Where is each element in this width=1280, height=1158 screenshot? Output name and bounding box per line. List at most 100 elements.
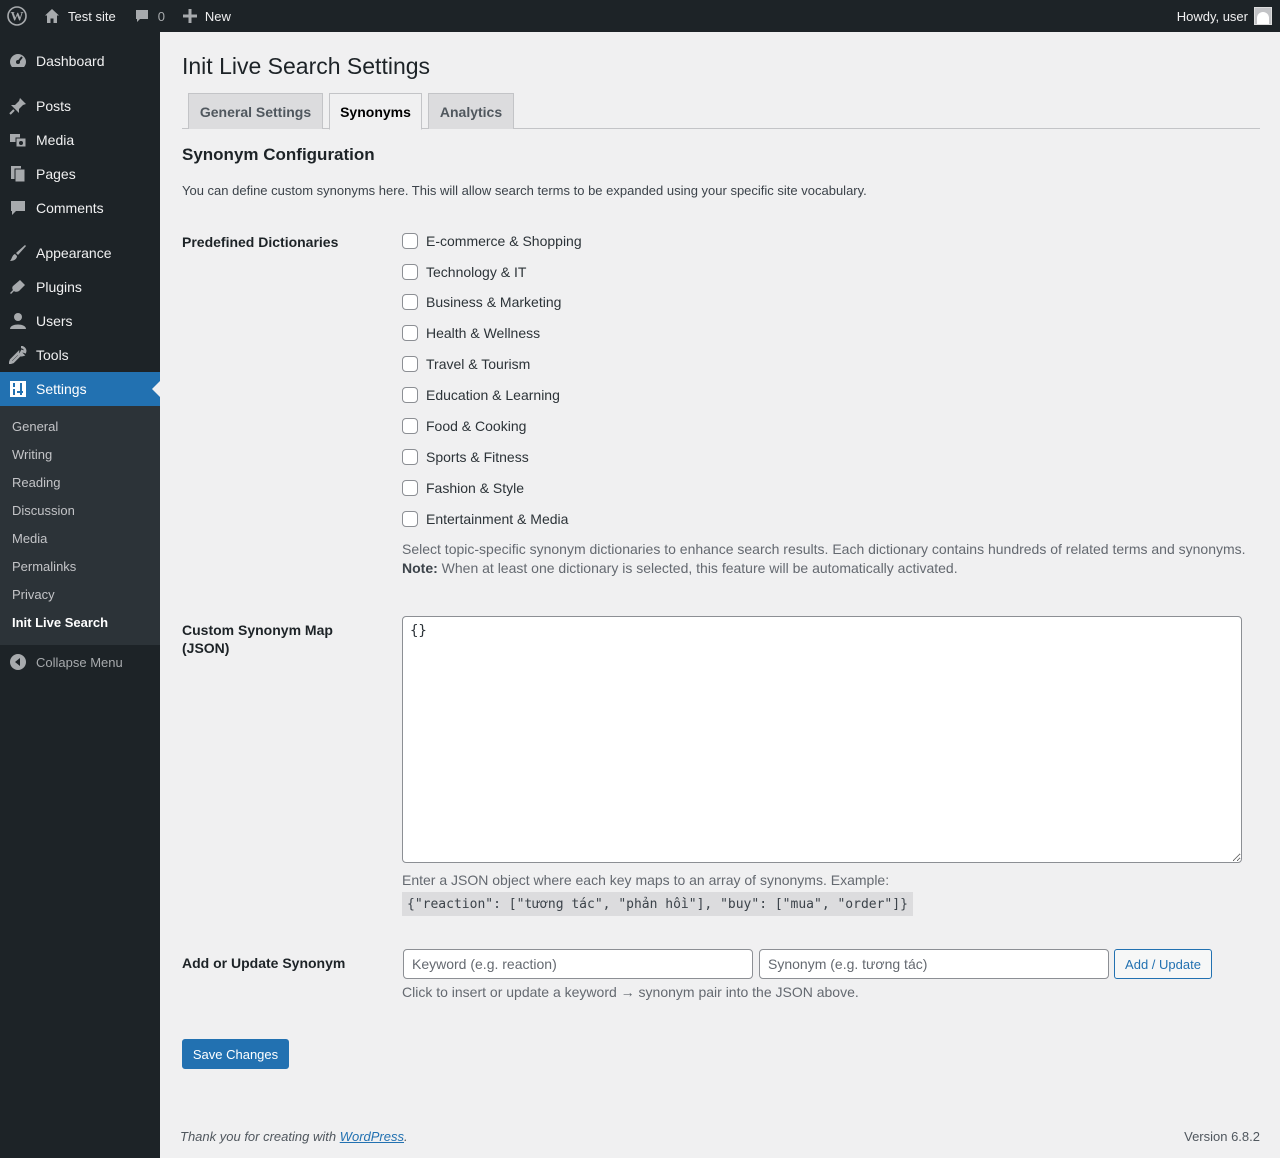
section-intro: You can define custom synonyms here. Thi… <box>182 183 867 198</box>
plug-icon <box>0 278 36 296</box>
dictionary-label: Food & Cooking <box>426 418 527 434</box>
dictionary-option[interactable]: Food & Cooking <box>402 416 526 436</box>
pages-icon <box>0 165 36 183</box>
thanks-suffix: . <box>404 1129 408 1144</box>
dashboard-icon <box>0 52 36 70</box>
wrench-icon <box>0 346 36 364</box>
submenu-item-general[interactable]: General <box>0 413 160 441</box>
collapse-menu-button[interactable]: Collapse Menu <box>0 645 160 679</box>
admin-bar: W Test site 0 New Howdy, user <box>0 0 1280 32</box>
add-update-button[interactable]: Add / Update <box>1114 949 1212 979</box>
json-example: {"reaction": ["tương tác", "phản hồi"], … <box>402 892 913 916</box>
dictionary-option[interactable]: Business & Marketing <box>402 292 561 312</box>
dictionary-label: Travel & Tourism <box>426 356 531 372</box>
comment-icon <box>134 8 150 24</box>
thanks-prefix: Thank you for creating with <box>180 1129 340 1144</box>
sidebar-item-pages[interactable]: Pages <box>0 157 160 191</box>
sidebar-item-users[interactable]: Users <box>0 304 160 338</box>
dictionary-label: Education & Learning <box>426 387 560 403</box>
sidebar-item-appearance[interactable]: Appearance <box>0 236 160 270</box>
sidebar-item-label: Tools <box>36 347 69 363</box>
submenu-item-reading[interactable]: Reading <box>0 469 160 497</box>
dictionary-option[interactable]: Fashion & Style <box>402 478 524 498</box>
tab-synonyms[interactable]: Synonyms <box>329 93 422 130</box>
comments-count: 0 <box>157 8 165 24</box>
user-account-menu[interactable]: Howdy, user <box>1177 0 1280 32</box>
dictionary-option[interactable]: Travel & Tourism <box>402 354 530 374</box>
submenu-item-permalinks[interactable]: Permalinks <box>0 553 160 581</box>
sidebar-item-label: Comments <box>36 200 104 216</box>
footer-thanks: Thank you for creating with WordPress. <box>180 1129 408 1144</box>
checkbox[interactable] <box>402 511 418 527</box>
dictionary-option[interactable]: E-commerce & Shopping <box>402 231 582 251</box>
dictionary-label: E-commerce & Shopping <box>426 233 582 249</box>
checkbox[interactable] <box>402 356 418 372</box>
submenu-item-writing[interactable]: Writing <box>0 441 160 469</box>
submenu-item-init-live-search[interactable]: Init Live Search <box>0 609 160 637</box>
sidebar-item-label: Dashboard <box>36 53 105 69</box>
dictionary-label: Health & Wellness <box>426 325 541 341</box>
keyword-input[interactable] <box>403 949 753 979</box>
avatar <box>1254 7 1272 25</box>
custom-map-help-text: Enter a JSON object where each key maps … <box>402 872 890 888</box>
sidebar-item-settings[interactable]: Settings <box>0 372 160 406</box>
checkbox[interactable] <box>402 264 418 280</box>
checkbox[interactable] <box>402 325 418 341</box>
user-icon <box>0 312 36 330</box>
checkbox[interactable] <box>402 233 418 249</box>
wordpress-link[interactable]: WordPress <box>340 1129 404 1144</box>
dictionary-label: Sports & Fitness <box>426 449 529 465</box>
section-title: Synonym Configuration <box>182 145 375 164</box>
home-icon <box>44 8 60 24</box>
sidebar-item-media[interactable]: Media <box>0 123 160 157</box>
checkbox[interactable] <box>402 449 418 465</box>
dictionaries-help-text: Select topic-specific synonym dictionari… <box>402 541 1246 557</box>
tab-general-settings[interactable]: General Settings <box>188 93 323 129</box>
submenu-item-media[interactable]: Media <box>0 525 160 553</box>
checkbox[interactable] <box>402 387 418 403</box>
dictionary-option[interactable]: Technology & IT <box>402 262 526 282</box>
svg-text:W: W <box>11 9 24 24</box>
settings-icon <box>0 380 36 398</box>
tab-analytics[interactable]: Analytics <box>428 93 514 129</box>
dictionaries-label: Predefined Dictionaries <box>182 234 339 250</box>
dictionary-option[interactable]: Health & Wellness <box>402 323 540 343</box>
new-content-link[interactable]: New <box>173 0 239 32</box>
sidebar-item-label: Media <box>36 132 75 148</box>
submenu-item-discussion[interactable]: Discussion <box>0 497 160 525</box>
sidebar-item-plugins[interactable]: Plugins <box>0 270 160 304</box>
checkbox[interactable] <box>402 480 418 496</box>
page-title: Init Live Search Settings <box>182 53 431 79</box>
settings-submenu: General Writing Reading Discussion Media… <box>0 406 160 645</box>
submenu-item-privacy[interactable]: Privacy <box>0 581 160 609</box>
plus-icon <box>182 9 197 23</box>
sidebar-item-posts[interactable]: Posts <box>0 89 160 123</box>
wordpress-logo-icon[interactable]: W <box>0 0 34 32</box>
note-label: Note: <box>402 560 438 576</box>
dictionary-option[interactable]: Sports & Fitness <box>402 447 529 467</box>
dictionary-option[interactable]: Entertainment & Media <box>402 509 568 529</box>
synonym-input[interactable] <box>759 949 1109 979</box>
checkbox[interactable] <box>402 418 418 434</box>
brush-icon <box>0 244 36 262</box>
custom-map-label: Custom Synonym Map (JSON) <box>182 622 333 656</box>
sidebar-item-dashboard[interactable]: Dashboard <box>0 44 160 78</box>
version-text: Version 6.8.2 <box>1184 1129 1260 1144</box>
dictionaries-description: Select topic-specific synonym dictionari… <box>402 540 1260 578</box>
dictionary-label: Business & Marketing <box>426 294 562 310</box>
sidebar-item-tools[interactable]: Tools <box>0 338 160 372</box>
save-changes-button[interactable]: Save Changes <box>182 1039 289 1069</box>
sidebar-item-comments[interactable]: Comments <box>0 191 160 225</box>
checkbox[interactable] <box>402 294 418 310</box>
note-text: When at least one dictionary is selected… <box>437 560 958 576</box>
collapse-menu-label: Collapse Menu <box>36 654 123 670</box>
site-name: Test site <box>68 8 116 24</box>
greeting: Howdy, user <box>1176 8 1248 24</box>
dictionary-label: Entertainment & Media <box>426 511 569 527</box>
site-name-link[interactable]: Test site <box>34 0 124 32</box>
dictionary-option[interactable]: Education & Learning <box>402 385 560 405</box>
comments-link[interactable]: 0 <box>124 0 173 32</box>
settings-tabs: General Settings Synonyms Analytics <box>182 92 1260 130</box>
custom-map-description: Enter a JSON object where each key maps … <box>402 871 913 916</box>
synonym-json-textarea[interactable]: {} <box>402 616 1242 863</box>
